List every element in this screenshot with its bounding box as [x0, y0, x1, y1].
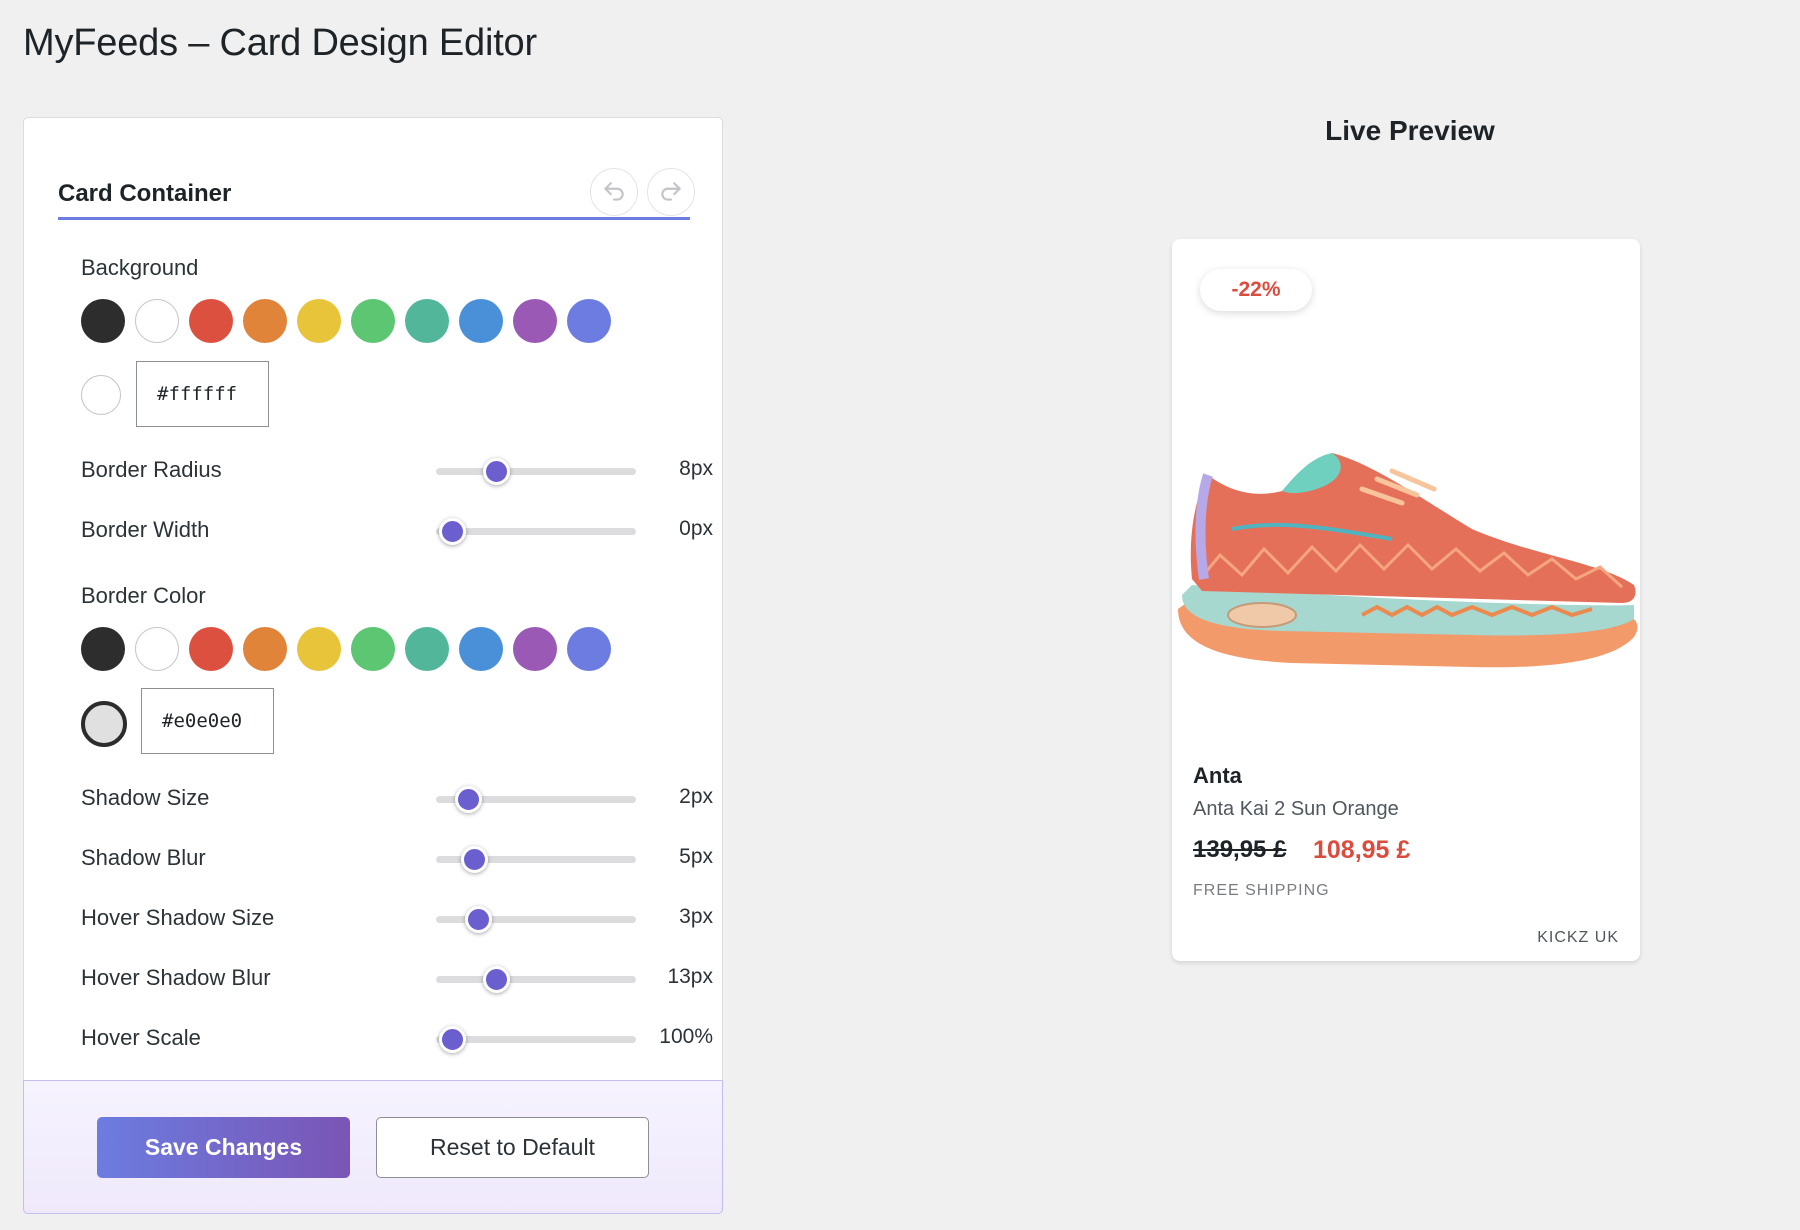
hover-shadow-size-label: Hover Shadow Size: [81, 905, 275, 930]
shipping-info: FREE SHIPPING: [1193, 882, 1330, 899]
page-title: MyFeeds – Card Design Editor: [23, 22, 537, 64]
shadow-blur-slider[interactable]: [436, 846, 636, 873]
product-card-preview[interactable]: -22% Anta Anta Kai 2 Sun Orange 139,95 £…: [1172, 239, 1640, 961]
background-swatch-1[interactable]: [81, 299, 125, 343]
border-color-swatch-4[interactable]: [243, 627, 287, 671]
background-swatch-2[interactable]: [135, 299, 179, 343]
shadow-blur-thumb[interactable]: [461, 846, 488, 873]
hover-scale-row: Hover Scale 100%: [81, 1019, 713, 1059]
background-swatch-3[interactable]: [189, 299, 233, 343]
hover-shadow-size-row: Hover Shadow Size 3px: [81, 899, 713, 939]
border-color-swatch-5[interactable]: [297, 627, 341, 671]
hover-scale-value: 100%: [659, 1025, 713, 1048]
hover-shadow-blur-slider[interactable]: [436, 966, 636, 993]
product-name: Anta Kai 2 Sun Orange: [1193, 798, 1399, 820]
sale-price: 108,95 £: [1313, 836, 1411, 864]
border-color-swatch-9[interactable]: [513, 627, 557, 671]
hover-scale-label: Hover Scale: [81, 1025, 201, 1050]
border-width-row: Border Width 0px: [81, 511, 713, 551]
panel-header: Card Container: [58, 154, 695, 220]
border-width-thumb[interactable]: [439, 518, 466, 545]
border-radius-slider[interactable]: [436, 458, 636, 485]
shadow-size-slider[interactable]: [436, 786, 636, 813]
background-label: Background: [81, 255, 199, 280]
background-hex-input[interactable]: #ffffff: [136, 361, 269, 427]
hover-scale-thumb[interactable]: [439, 1026, 466, 1053]
border-radius-label: Border Radius: [81, 457, 222, 482]
section-title: Card Container: [58, 180, 232, 207]
hover-shadow-blur-thumb[interactable]: [483, 966, 510, 993]
hover-scale-slider[interactable]: [436, 1026, 636, 1053]
border-color-swatch-3[interactable]: [189, 627, 233, 671]
action-footer: Save Changes Reset to Default: [23, 1080, 723, 1214]
background-swatch-10[interactable]: [567, 299, 611, 343]
background-swatch-5[interactable]: [297, 299, 341, 343]
border-radius-row: Border Radius 8px: [81, 451, 713, 491]
shadow-blur-value: 5px: [679, 845, 713, 868]
background-swatch-8[interactable]: [459, 299, 503, 343]
border-color-current[interactable]: [81, 701, 127, 747]
background-swatches: [81, 299, 611, 343]
hover-shadow-size-slider[interactable]: [436, 906, 636, 933]
hover-shadow-size-thumb[interactable]: [465, 906, 492, 933]
shadow-size-value: 2px: [679, 785, 713, 808]
border-color-swatch-1[interactable]: [81, 627, 125, 671]
background-swatch-4[interactable]: [243, 299, 287, 343]
merchant-name: KICKZ UK: [1537, 929, 1619, 946]
shadow-size-row: Shadow Size 2px: [81, 779, 713, 819]
discount-badge: -22%: [1200, 269, 1312, 311]
border-color-hex-input[interactable]: #e0e0e0: [141, 688, 274, 754]
undo-button[interactable]: [590, 168, 638, 216]
shadow-blur-row: Shadow Blur 5px: [81, 839, 713, 879]
border-radius-thumb[interactable]: [483, 458, 510, 485]
live-preview-title: Live Preview: [1325, 115, 1495, 146]
background-swatch-9[interactable]: [513, 299, 557, 343]
border-color-swatch-2[interactable]: [135, 627, 179, 671]
redo-icon: [661, 182, 681, 201]
border-width-label: Border Width: [81, 517, 210, 542]
background-current-color[interactable]: [81, 375, 121, 415]
shadow-size-thumb[interactable]: [455, 786, 482, 813]
border-width-value: 0px: [679, 517, 713, 540]
border-color-swatches: [81, 627, 611, 671]
sneaker-image: [1178, 453, 1638, 668]
border-color-swatch-10[interactable]: [567, 627, 611, 671]
shadow-blur-label: Shadow Blur: [81, 845, 206, 870]
hover-shadow-blur-value: 13px: [667, 965, 713, 988]
border-width-slider[interactable]: [436, 518, 636, 545]
border-color-swatch-8[interactable]: [459, 627, 503, 671]
border-color-swatch-7[interactable]: [405, 627, 449, 671]
border-color-swatch-6[interactable]: [351, 627, 395, 671]
background-swatch-7[interactable]: [405, 299, 449, 343]
hover-shadow-size-value: 3px: [679, 905, 713, 928]
shadow-size-label: Shadow Size: [81, 785, 210, 810]
redo-button[interactable]: [647, 168, 695, 216]
hover-shadow-blur-label: Hover Shadow Blur: [81, 965, 271, 990]
editor-panel: Card Container Background #ffffff Border…: [23, 117, 723, 1214]
border-radius-value: 8px: [679, 457, 713, 480]
reset-to-default-button[interactable]: Reset to Default: [376, 1117, 649, 1178]
border-color-label: Border Color: [81, 583, 206, 608]
undo-icon: [604, 182, 624, 201]
background-swatch-6[interactable]: [351, 299, 395, 343]
hover-shadow-blur-row: Hover Shadow Blur 13px: [81, 959, 713, 999]
save-changes-button[interactable]: Save Changes: [97, 1117, 350, 1178]
original-price: 139,95 £: [1193, 836, 1287, 863]
product-brand: Anta: [1193, 763, 1242, 788]
